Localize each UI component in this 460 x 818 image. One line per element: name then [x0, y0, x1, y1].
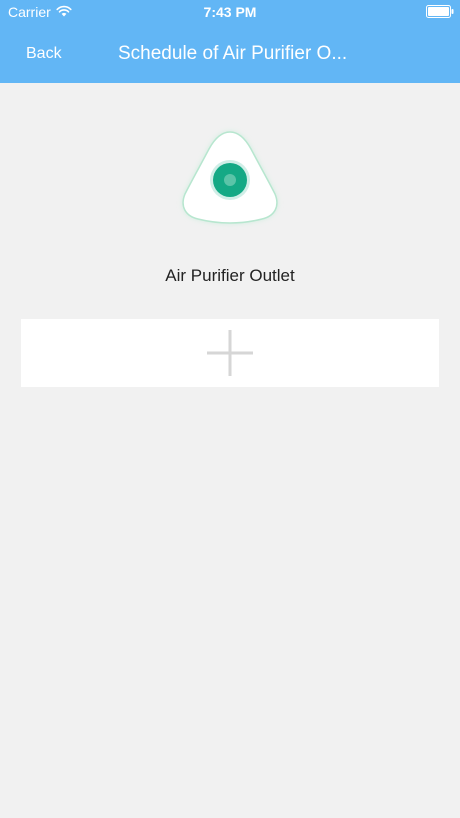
navigation-bar: Back Schedule of Air Purifier O... — [0, 24, 460, 83]
battery-icon — [426, 5, 454, 18]
page-title: Schedule of Air Purifier O... — [118, 43, 348, 64]
back-button[interactable]: Back — [26, 45, 62, 63]
top-bar: Carrier 7:43 PM Back Schedule of Air Pur… — [0, 0, 460, 83]
status-time: 7:43 PM — [203, 4, 257, 20]
status-bar: Carrier 7:43 PM — [0, 0, 460, 24]
add-schedule-button[interactable] — [21, 319, 439, 387]
plus-icon — [207, 330, 253, 376]
air-purifier-icon — [182, 131, 278, 224]
device-name: Air Purifier Outlet — [165, 266, 295, 285]
